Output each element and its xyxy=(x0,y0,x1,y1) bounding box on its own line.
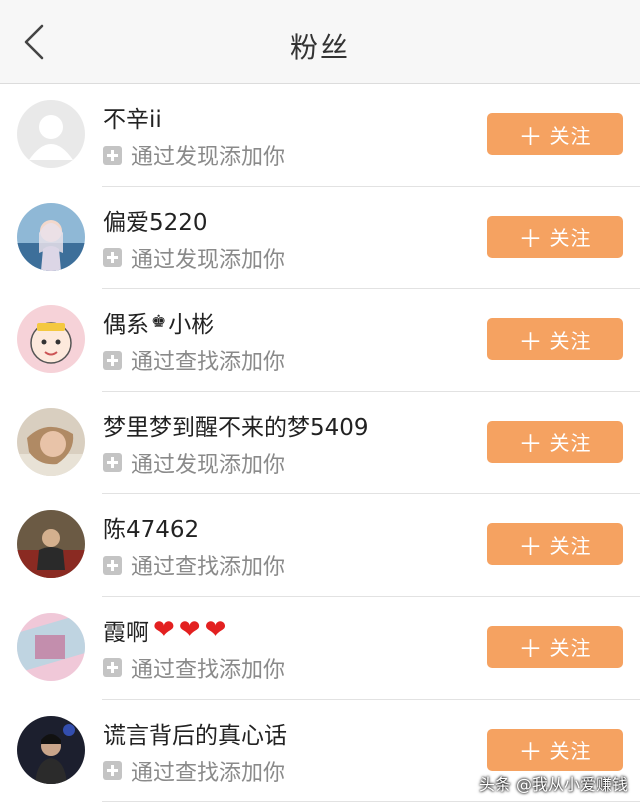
avatar[interactable] xyxy=(17,100,85,168)
fan-source: 通过发现添加你 xyxy=(103,139,285,171)
fans-list: 不辛ii 通过发现添加你 ＋ 关注 偏爱5220 通过发现添加你 ＋ 关注 偶系… xyxy=(0,84,640,802)
avatar[interactable] xyxy=(17,305,85,374)
source-text: 通过查找添加你 xyxy=(131,555,286,581)
fan-row[interactable]: 霞啊 ❤ ❤ ❤ 通过查找添加你 ＋ 关注 xyxy=(0,597,640,700)
follow-label: 关注 xyxy=(549,636,592,661)
source-text: 通过发现添加你 xyxy=(131,145,286,170)
fan-row[interactable]: 偶系 ♚ 小彬 通过查找添加你 ＋ 关注 xyxy=(0,289,640,392)
fan-name[interactable]: 陈47462 xyxy=(103,510,199,544)
fan-source: 通过发现添加你 xyxy=(103,242,285,274)
avatar[interactable] xyxy=(17,510,85,579)
plus-icon: ＋ xyxy=(518,738,544,767)
plus-square-icon xyxy=(103,350,122,370)
fan-source: 通过查找添加你 xyxy=(103,755,285,787)
follow-label: 关注 xyxy=(549,123,592,148)
avatar[interactable] xyxy=(17,202,85,271)
plus-square-icon xyxy=(103,761,122,781)
follow-label: 关注 xyxy=(549,328,592,353)
plus-icon: ＋ xyxy=(518,532,544,561)
heart-icon: ❤ xyxy=(204,614,227,645)
follow-button[interactable]: ＋ 关注 xyxy=(487,728,623,771)
follow-label: 关注 xyxy=(549,431,592,456)
fan-name[interactable]: 梦里梦到醒不来的梦5409 xyxy=(103,408,369,442)
follow-button[interactable]: ＋ 关注 xyxy=(487,625,623,668)
plus-square-icon xyxy=(103,658,122,678)
follow-button[interactable]: ＋ 关注 xyxy=(487,113,623,155)
plus-icon: ＋ xyxy=(518,635,544,664)
follow-button[interactable]: ＋ 关注 xyxy=(487,420,623,463)
plus-square-icon xyxy=(103,248,122,268)
plus-square-icon xyxy=(103,453,122,473)
follow-label: 关注 xyxy=(549,739,592,764)
follow-button[interactable]: ＋ 关注 xyxy=(487,523,623,566)
follow-label: 关注 xyxy=(549,533,592,558)
fan-source: 通过查找添加你 xyxy=(103,344,285,376)
page-title: 粉丝 xyxy=(289,31,350,64)
heart-icon: ❤ xyxy=(153,614,175,645)
plus-icon: ＋ xyxy=(518,122,544,151)
follow-button[interactable]: ＋ 关注 xyxy=(487,318,623,361)
source-text: 通过查找添加你 xyxy=(131,350,286,376)
fan-row[interactable]: 偏爱5220 通过发现添加你 ＋ 关注 xyxy=(0,187,640,290)
follow-label: 关注 xyxy=(549,226,592,251)
follow-button[interactable]: ＋ 关注 xyxy=(487,215,623,258)
fan-name[interactable]: 霞啊 ❤ ❤ ❤ xyxy=(103,613,226,647)
crown-icon: ♚ xyxy=(151,312,167,333)
fan-source: 通过发现添加你 xyxy=(103,447,285,479)
source-text: 通过查找添加你 xyxy=(131,760,286,786)
plus-square-icon xyxy=(103,555,122,575)
fan-name-prefix: 偶系 xyxy=(103,312,149,339)
avatar[interactable] xyxy=(17,407,85,476)
watermark: 头条 @我从小爱赚钱 xyxy=(478,775,628,794)
plus-icon: ＋ xyxy=(518,225,544,254)
plus-icon: ＋ xyxy=(518,430,544,459)
source-text: 通过发现添加你 xyxy=(131,247,286,273)
source-text: 通过查找添加你 xyxy=(131,657,286,683)
source-text: 通过发现添加你 xyxy=(131,452,286,478)
fan-source: 通过查找添加你 xyxy=(103,652,285,684)
fan-name-text: 霞啊 xyxy=(103,619,149,646)
fan-source: 通过查找添加你 xyxy=(103,549,285,581)
fan-row[interactable]: 梦里梦到醒不来的梦5409 通过发现添加你 ＋ 关注 xyxy=(0,392,640,495)
avatar[interactable] xyxy=(17,612,85,681)
navigation-bar: 粉丝 xyxy=(0,0,640,84)
heart-icon: ❤ xyxy=(178,614,201,645)
plus-square-icon xyxy=(103,145,122,165)
fan-row[interactable]: 不辛ii 通过发现添加你 ＋ 关注 xyxy=(0,84,640,187)
fan-name[interactable]: 偶系 ♚ 小彬 xyxy=(103,305,214,339)
fan-name-suffix: 小彬 xyxy=(168,312,215,339)
fan-name[interactable]: 偏爱5220 xyxy=(103,203,208,237)
fan-name[interactable]: 不辛ii xyxy=(103,100,162,134)
avatar[interactable] xyxy=(17,715,85,784)
plus-icon: ＋ xyxy=(518,327,544,356)
fan-name[interactable]: 谎言背后的真心话 xyxy=(103,716,287,750)
fan-row[interactable]: 陈47462 通过查找添加你 ＋ 关注 xyxy=(0,494,640,597)
